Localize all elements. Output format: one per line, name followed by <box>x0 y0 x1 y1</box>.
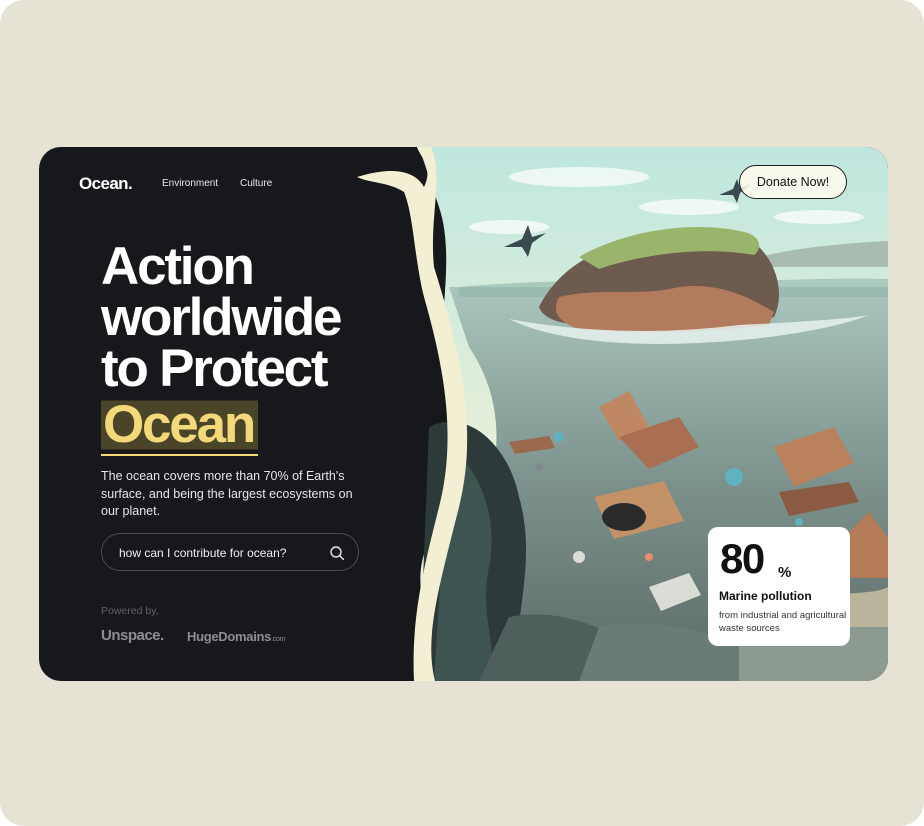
search-bar[interactable]: how can I contribute for ocean? <box>101 533 359 571</box>
brand-logo[interactable]: Ocean. <box>79 174 133 194</box>
stat-unit: % <box>778 564 792 581</box>
sponsor-hugedomains-name: HugeDomains <box>187 629 272 644</box>
stat-card: 80 % Marine pollution from industrial an… <box>708 527 850 646</box>
powered-by-label: Powered by, <box>101 605 159 617</box>
headline-highlight: Ocean <box>101 396 259 456</box>
stat-description: from industrial and agricultural waste s… <box>719 610 847 634</box>
donate-button[interactable]: Donate Now! <box>739 165 847 199</box>
stat-number: 80 <box>720 535 765 582</box>
sponsor-hugedomains-suffix: .com <box>271 636 286 643</box>
headline-line-1: Action <box>101 237 255 296</box>
headline-line-3: to Protect <box>101 339 329 398</box>
nav-link-culture[interactable]: Culture <box>240 178 272 189</box>
headline-line-2: worldwide <box>101 288 343 347</box>
page-background: Ocean. Environment Culture Action worldw… <box>0 0 924 826</box>
hero-description: The ocean covers more than 70% of Earth'… <box>101 469 353 518</box>
nav-link-environment[interactable]: Environment <box>162 178 218 189</box>
hero-card: Ocean. Environment Culture Action worldw… <box>39 147 888 681</box>
hero-headline: Action worldwide to Protect Ocean <box>101 237 343 456</box>
search-icon[interactable] <box>329 545 345 561</box>
sponsor-logo-unspace: Unspace. <box>101 627 164 644</box>
sponsor-logo-hugedomains: HugeDomains.com <box>187 629 285 644</box>
stat-title: Marine pollution <box>719 589 812 603</box>
search-input[interactable]: how can I contribute for ocean? <box>119 546 286 560</box>
